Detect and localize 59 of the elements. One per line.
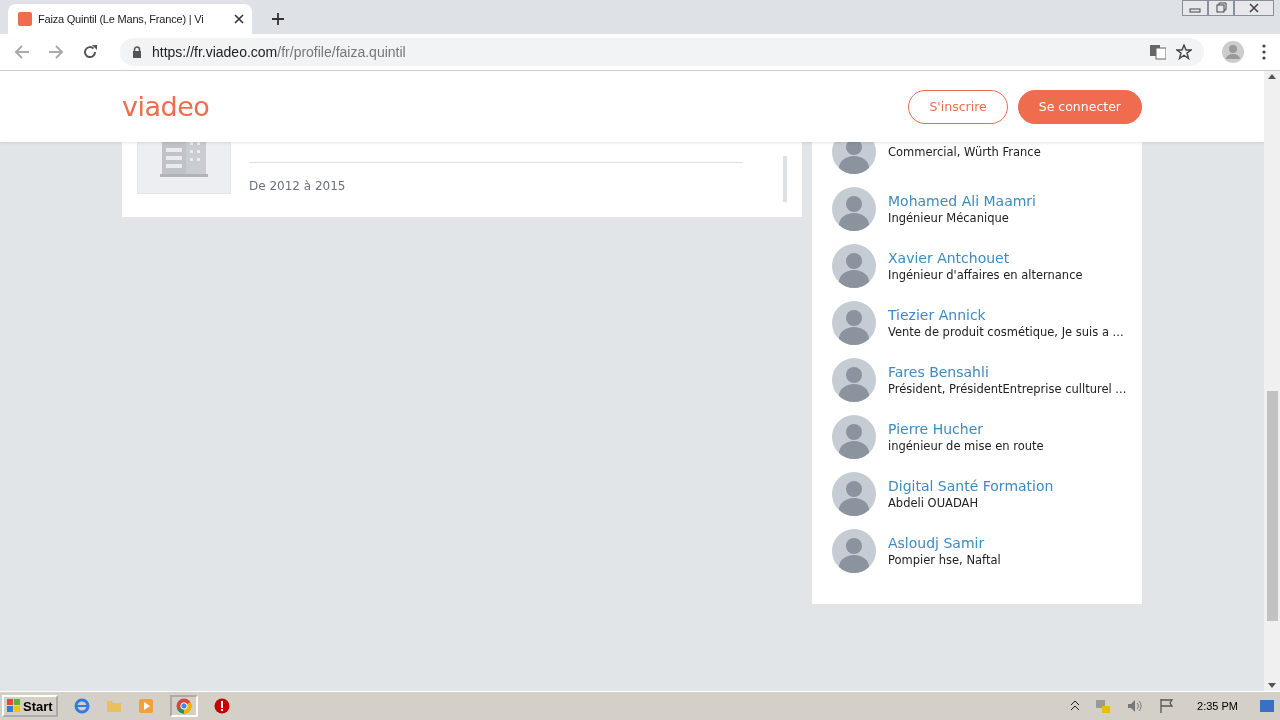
scrollbar-thumb[interactable]: [1266, 391, 1278, 621]
menu-icon[interactable]: [1262, 44, 1266, 60]
avatar-icon[interactable]: [832, 186, 876, 231]
person-headline: Commercial, Würth France: [888, 144, 1041, 159]
scrollbar[interactable]: [1264, 71, 1280, 691]
flag-icon[interactable]: [1159, 698, 1176, 714]
person-name-link[interactable]: Pierre Hucher: [888, 420, 1044, 437]
lock-icon: [132, 46, 142, 58]
avatar-icon[interactable]: [832, 142, 876, 174]
person-headline: Ingénieur d'affaires en alternance: [888, 267, 1083, 282]
avatar-icon[interactable]: [832, 414, 876, 459]
experience-dates: De 2012 à 2015: [249, 179, 346, 193]
close-icon[interactable]: [1234, 0, 1274, 16]
person-name-link[interactable]: Mohamed Ali Maamri: [888, 192, 1036, 209]
internet-explorer-icon[interactable]: [73, 698, 90, 714]
avatar-icon[interactable]: [832, 357, 876, 402]
tray-expand-icon[interactable]: [1071, 701, 1080, 711]
person-headline: ingénieur de mise en route: [888, 438, 1044, 453]
windows-logo-icon: [7, 699, 21, 713]
address-bar[interactable]: https://fr.viadeo.com/fr/profile/faiza.quintil: [120, 38, 1204, 66]
chrome-icon: [175, 698, 192, 714]
person-headline: Abdeli OUADAH: [888, 495, 980, 510]
scroll-down-icon[interactable]: [1268, 683, 1276, 688]
site-favicon-icon: [18, 12, 32, 26]
new-tab-icon[interactable]: [272, 13, 284, 25]
taskbar-clock: 2:35 PM: [1197, 700, 1238, 712]
tab-title: Faiza Quintil (Le Mans, France) | Vi: [38, 13, 205, 25]
avatar-icon[interactable]: [832, 243, 876, 288]
back-icon[interactable]: [14, 44, 30, 60]
reload-icon[interactable]: [82, 44, 98, 60]
person-headline: Ingénieur Mécanique: [888, 210, 1010, 225]
media-player-icon[interactable]: [137, 698, 154, 714]
stop-icon[interactable]: [213, 698, 230, 714]
scroll-up-icon[interactable]: [1268, 74, 1276, 79]
viadeo-logo[interactable]: viadeo: [122, 91, 210, 122]
person-name-link[interactable]: Tiezier Annick: [888, 306, 1122, 323]
url-path: /fr/profile/faiza.quintil: [277, 44, 406, 60]
person-name-link[interactable]: Xavier Antchouet: [888, 249, 1083, 266]
restore-icon[interactable]: [1208, 0, 1234, 16]
header-button[interactable]: S'inscrire: [908, 89, 1008, 124]
forward-icon[interactable]: [48, 44, 64, 60]
person-headline: Vente de produit cosmétique, Je suis a ...: [888, 324, 1122, 339]
star-icon[interactable]: [1176, 44, 1192, 60]
taskbar-chrome-button[interactable]: [169, 695, 198, 717]
person-headline: Pompier hse, Naftal: [888, 552, 1001, 567]
person-name-link[interactable]: Asloudj Samir: [888, 534, 1001, 551]
person-name-link[interactable]: Digital Santé Formation: [888, 477, 1054, 494]
person-name-link[interactable]: Fares Bensahli: [888, 363, 1122, 380]
avatar-icon[interactable]: [832, 528, 876, 573]
avatar-icon[interactable]: [832, 300, 876, 345]
volume-icon[interactable]: [1127, 698, 1144, 714]
start-button[interactable]: Start: [2, 695, 58, 717]
minimize-icon[interactable]: [1182, 0, 1208, 16]
profile-avatar-icon[interactable]: [1222, 41, 1244, 63]
avatar-icon[interactable]: [832, 471, 876, 516]
browser-tab[interactable]: Faiza Quintil (Le Mans, France) | Vi: [8, 4, 252, 34]
header-button[interactable]: Se connecter: [1017, 89, 1142, 124]
close-icon[interactable]: [234, 14, 244, 24]
url-host: https://fr.viadeo.com: [152, 44, 278, 60]
